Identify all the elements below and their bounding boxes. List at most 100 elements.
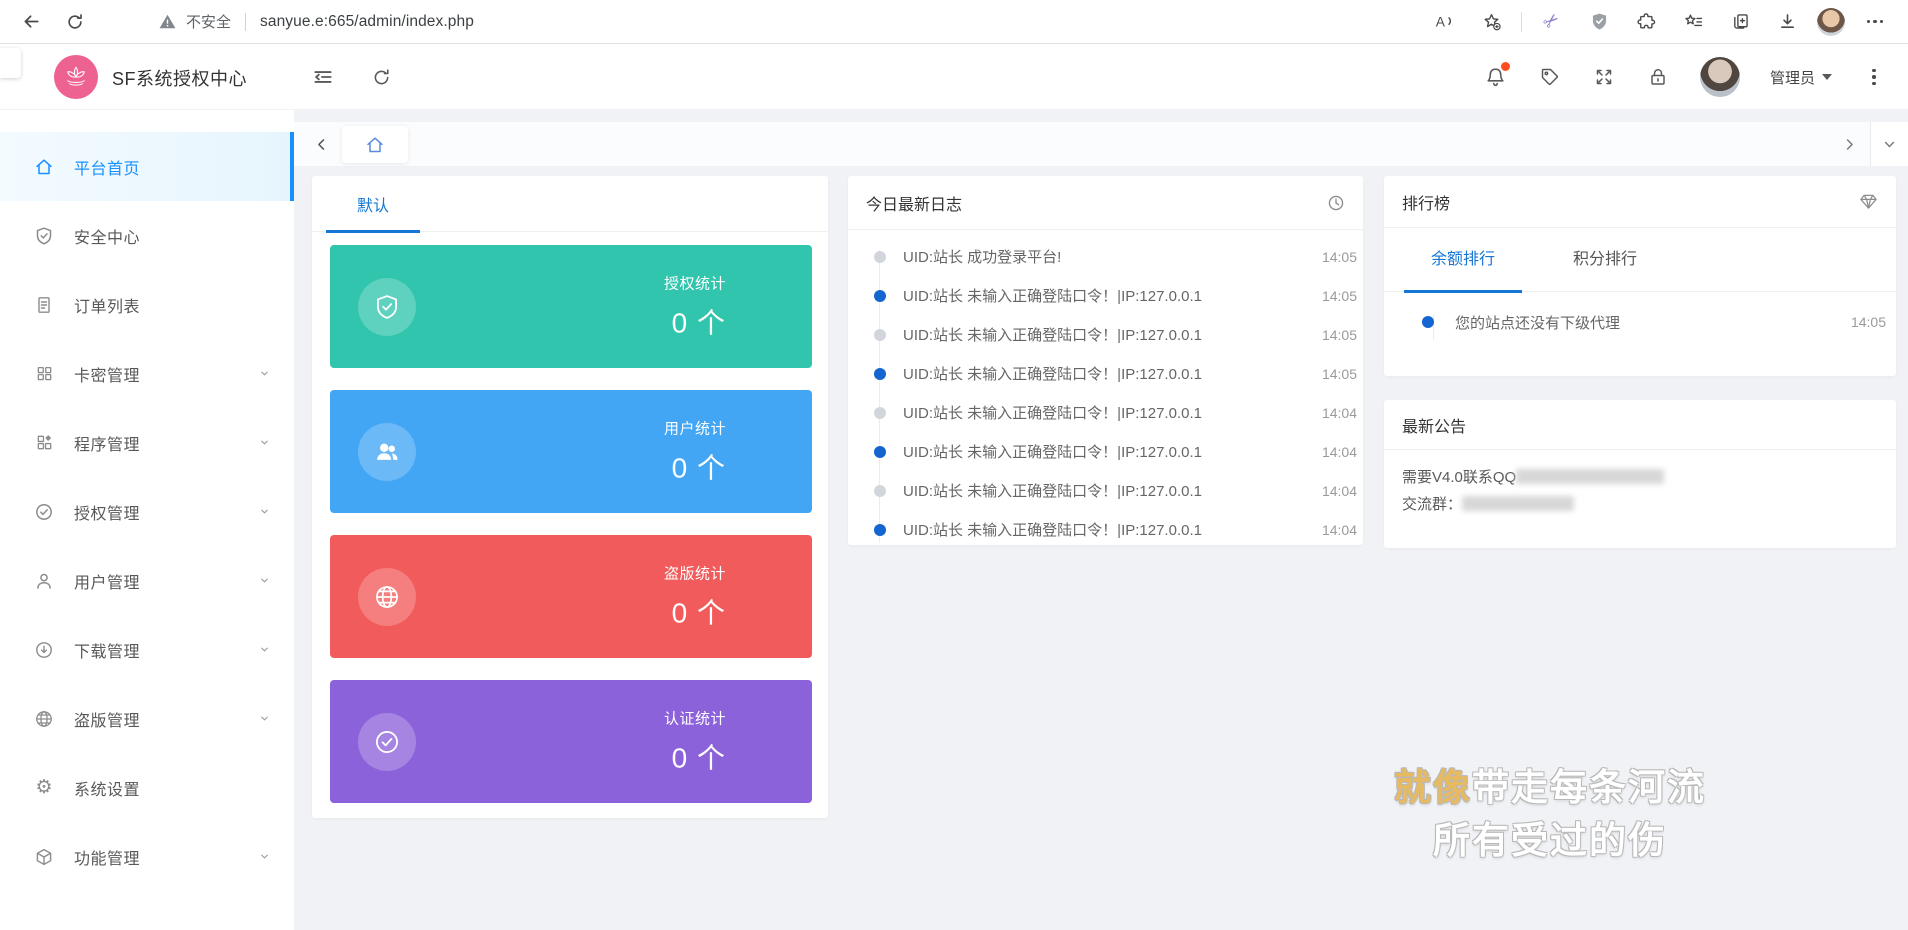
browser-back-icon[interactable] bbox=[14, 5, 48, 39]
sidebar-item-downloads[interactable]: 下载管理 bbox=[0, 615, 294, 684]
screen: 不安全 sanyue.e:665/admin/index.php A ✂ bbox=[0, 0, 1908, 930]
sidebar-item-label: 卡密管理 bbox=[74, 362, 140, 386]
read-aloud-icon[interactable]: A bbox=[1427, 5, 1461, 39]
gem-icon bbox=[1859, 192, 1878, 211]
tabs-scroll-left-icon[interactable] bbox=[306, 130, 336, 158]
box-icon bbox=[34, 847, 54, 867]
timeline-dot bbox=[874, 446, 886, 458]
drawer-handle[interactable] bbox=[0, 48, 21, 78]
stat-label: 认证统计 bbox=[664, 710, 726, 727]
notification-badge bbox=[1501, 62, 1510, 71]
browser-menu-icon[interactable] bbox=[1858, 5, 1892, 39]
stat-cards: 授权统计0 个 用户统计0 个 盗版统计 0 个 bbox=[330, 245, 812, 825]
ranking-timeline: 您的站点还没有下级代理 14:05 bbox=[1384, 292, 1896, 343]
browser-actions: A ✂ bbox=[1427, 5, 1908, 39]
log-entry: UID:站长 未输入正确登陆口令！|IP:127.0.0.114:05 bbox=[848, 276, 1363, 315]
timeline-dot bbox=[874, 290, 886, 302]
download-circle-icon bbox=[34, 640, 54, 660]
announcement-line: 交流群： bbox=[1402, 491, 1878, 518]
tab-home[interactable] bbox=[342, 126, 408, 163]
tabs-menu-icon[interactable] bbox=[1870, 122, 1908, 166]
check-circle-icon bbox=[34, 502, 54, 522]
sidebar-item-piracy[interactable]: 盗版管理 bbox=[0, 684, 294, 753]
user-icon bbox=[34, 571, 54, 591]
timeline-dot bbox=[874, 485, 886, 497]
announcement-line: 需要V4.0联系QQ bbox=[1402, 464, 1878, 491]
sidebar-item-card-keys[interactable]: 卡密管理 bbox=[0, 339, 294, 408]
stat-label: 盗版统计 bbox=[664, 565, 726, 582]
stats-panel: 默认 授权统计0 个 用户统计0 个 bbox=[312, 176, 828, 818]
user-menu[interactable]: 管理员 bbox=[1770, 67, 1832, 88]
stat-card-certification: 认证统计 0 个 bbox=[330, 680, 812, 803]
add-favorite-icon[interactable] bbox=[1474, 5, 1508, 39]
sidebar-item-users[interactable]: 用户管理 bbox=[0, 546, 294, 615]
timeline-dot bbox=[874, 251, 886, 263]
lock-icon[interactable] bbox=[1646, 65, 1670, 89]
app-logo bbox=[54, 55, 98, 99]
ranking-entry: 您的站点还没有下级代理 14:05 bbox=[1384, 301, 1896, 343]
stat-card-license: 授权统计0 个 bbox=[330, 245, 812, 368]
header-more-icon[interactable] bbox=[1862, 65, 1886, 89]
browser-refresh-icon[interactable] bbox=[58, 5, 92, 39]
timeline-dot bbox=[874, 368, 886, 380]
sidebar-item-programs[interactable]: 程序管理 bbox=[0, 408, 294, 477]
stat-value: 0 个 bbox=[664, 736, 726, 776]
sidebar-item-security[interactable]: 安全中心 bbox=[0, 201, 294, 270]
page-tabstrip bbox=[294, 122, 1908, 166]
tabs-scroll-right-icon[interactable] bbox=[1834, 130, 1864, 158]
tag-icon[interactable] bbox=[1538, 65, 1562, 89]
shield-check-icon bbox=[34, 226, 54, 246]
sidebar: 平台首页 安全中心 订单列表 卡密管理 程序管理 授权管理 用户管理 bbox=[0, 110, 294, 930]
timeline-dot bbox=[874, 524, 886, 536]
sidebar-item-orders[interactable]: 订单列表 bbox=[0, 270, 294, 339]
chevron-down-icon bbox=[259, 575, 270, 586]
tab-balance-ranking[interactable]: 余额排行 bbox=[1404, 228, 1522, 292]
downloads-icon[interactable] bbox=[1770, 5, 1804, 39]
ranking-panel-title: 排行榜 bbox=[1402, 190, 1450, 214]
log-entry: UID:站长 未输入正确登陆口令！|IP:127.0.0.114:04 bbox=[848, 432, 1363, 471]
log-entry: UID:站长 未输入正确登陆口令！|IP:127.0.0.114:04 bbox=[848, 510, 1363, 549]
shield-extension-icon[interactable] bbox=[1582, 5, 1616, 39]
sidebar-item-label: 系统设置 bbox=[74, 776, 140, 800]
log-timeline: UID:站长 成功登录平台!14:05 UID:站长 未输入正确登陆口令！|IP… bbox=[848, 230, 1363, 549]
globe-icon bbox=[358, 568, 416, 626]
stats-tabrow: 默认 bbox=[312, 176, 828, 232]
app-grid-icon bbox=[34, 433, 54, 453]
log-entry: UID:站长 未输入正确登陆口令！|IP:127.0.0.114:05 bbox=[848, 354, 1363, 393]
browser-profile-avatar[interactable] bbox=[1817, 8, 1845, 36]
sidebar-item-label: 订单列表 bbox=[74, 293, 140, 317]
main-content: 默认 授权统计0 个 用户统计0 个 bbox=[294, 110, 1908, 930]
gear-icon: ⚙ bbox=[34, 778, 54, 798]
tab-default[interactable]: 默认 bbox=[326, 176, 420, 232]
announcement-title: 最新公告 bbox=[1402, 413, 1466, 437]
stat-card-users: 用户统计0 个 bbox=[330, 390, 812, 513]
log-entry: UID:站长 成功登录平台!14:05 bbox=[848, 237, 1363, 276]
sidebar-item-features[interactable]: 功能管理 bbox=[0, 822, 294, 891]
collections-icon[interactable] bbox=[1723, 5, 1757, 39]
sidebar-item-label: 安全中心 bbox=[74, 224, 140, 248]
sidebar-item-label: 程序管理 bbox=[74, 431, 140, 455]
sidebar-item-home[interactable]: 平台首页 bbox=[0, 132, 294, 201]
page-refresh-icon[interactable] bbox=[368, 64, 394, 90]
home-icon bbox=[34, 157, 54, 177]
sidebar-collapse-icon[interactable] bbox=[310, 64, 336, 90]
extensions-puzzle-icon[interactable] bbox=[1629, 5, 1663, 39]
tab-points-ranking[interactable]: 积分排行 bbox=[1546, 228, 1664, 292]
address-bar[interactable]: 不安全 sanyue.e:665/admin/index.php bbox=[158, 11, 474, 32]
insecure-warning-icon bbox=[158, 12, 177, 31]
sidebar-item-settings[interactable]: ⚙ 系统设置 bbox=[0, 753, 294, 822]
log-entry: UID:站长 未输入正确登陆口令！|IP:127.0.0.114:04 bbox=[848, 471, 1363, 510]
sidebar-item-licenses[interactable]: 授权管理 bbox=[0, 477, 294, 546]
log-entry: UID:站长 未输入正确登陆口令！|IP:127.0.0.114:04 bbox=[848, 393, 1363, 432]
url-separator bbox=[245, 13, 246, 31]
globe-icon bbox=[34, 709, 54, 729]
favorites-bar-icon[interactable] bbox=[1676, 5, 1710, 39]
sidebar-item-label: 功能管理 bbox=[74, 845, 140, 869]
notifications-bell-icon[interactable] bbox=[1484, 65, 1508, 89]
security-label: 不安全 bbox=[186, 11, 231, 32]
scissors-extension-icon[interactable]: ✂ bbox=[1535, 5, 1569, 39]
fullscreen-icon[interactable] bbox=[1592, 65, 1616, 89]
stat-value: 0 个 bbox=[664, 591, 726, 631]
user-avatar[interactable] bbox=[1700, 57, 1740, 97]
log-panel-title: 今日最新日志 bbox=[866, 191, 962, 215]
